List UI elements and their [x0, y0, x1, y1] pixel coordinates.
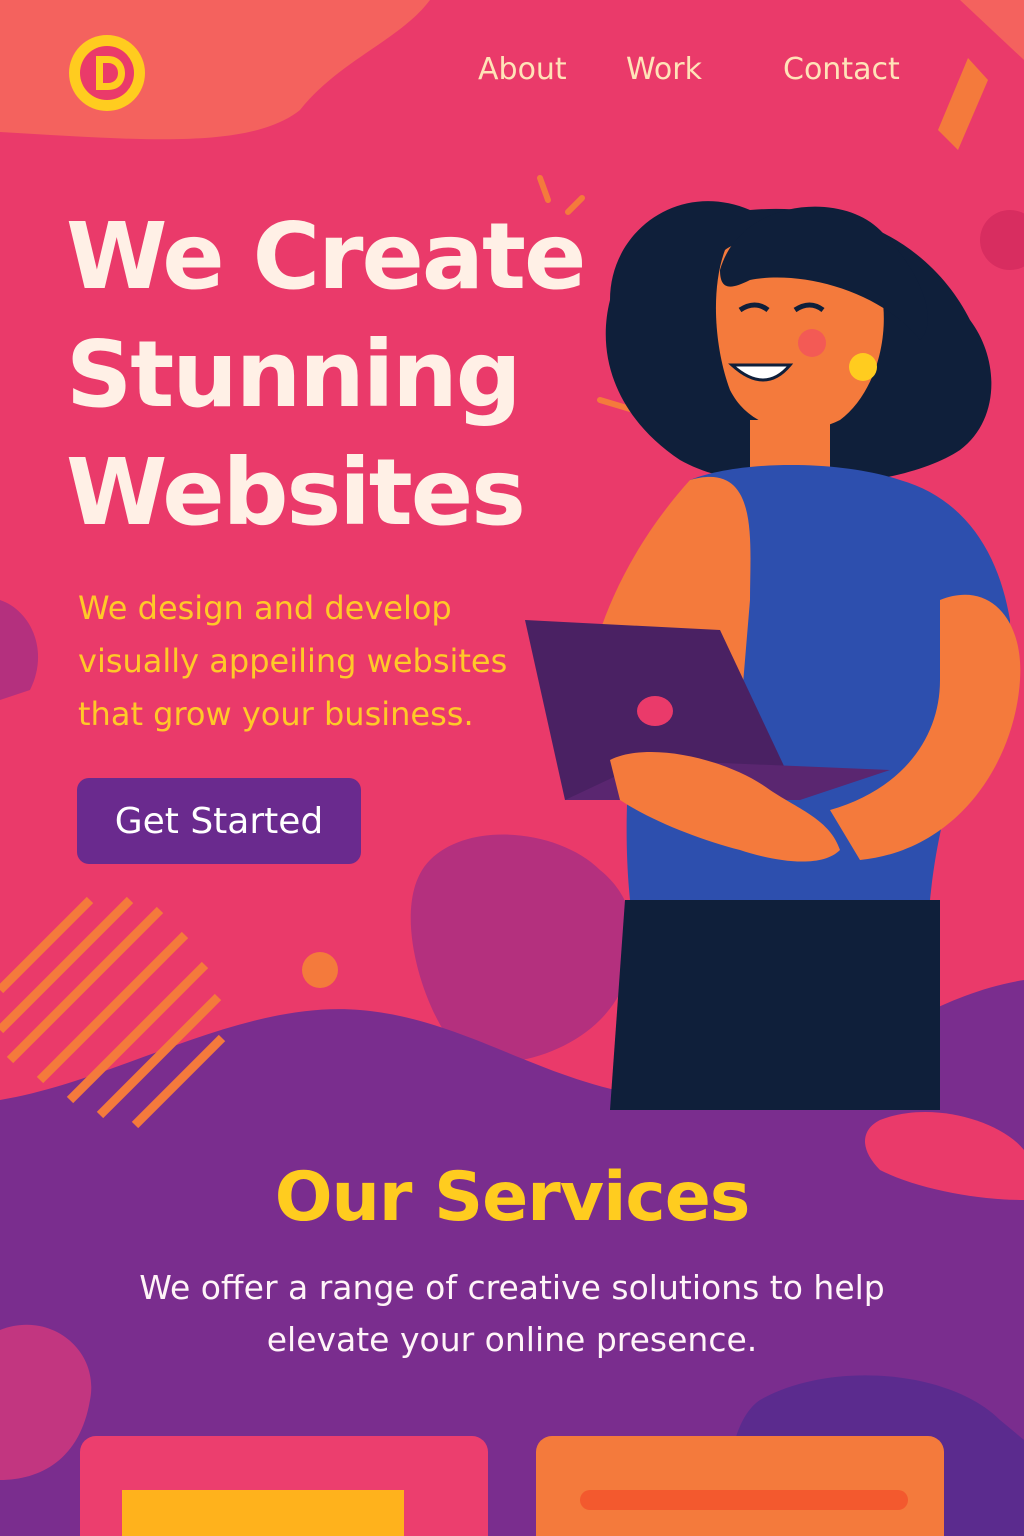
get-started-button[interactable]: Get Started: [77, 778, 361, 864]
services-description-line: We offer a range of creative solutions t…: [139, 1268, 885, 1307]
main-nav: About Work Contact: [0, 52, 1024, 92]
services-description: We offer a range of creative solutions t…: [112, 1262, 912, 1366]
services-title: Our Services: [274, 1158, 751, 1237]
hero-title-line: Websites: [66, 439, 526, 546]
service-card-image: [122, 1490, 404, 1536]
hero-title-line: We Create: [66, 203, 586, 310]
services-description-line: elevate your online presence.: [266, 1320, 758, 1359]
service-card[interactable]: [536, 1436, 944, 1536]
nav-work-link[interactable]: Work: [626, 52, 702, 87]
service-card-image: [580, 1490, 908, 1510]
hero-subtitle-line: We design and develop: [78, 589, 452, 627]
nav-contact-link[interactable]: Contact: [783, 52, 900, 87]
hero-subtitle-line: visually appeiling websites: [78, 642, 508, 680]
hero-title: We Create Stunning Websites: [66, 198, 626, 552]
hero-subtitle-line: that grow your business.: [78, 695, 474, 733]
service-card[interactable]: [80, 1436, 488, 1536]
nav-about-link[interactable]: About: [478, 52, 567, 87]
hero-title-line: Stunning: [66, 321, 522, 428]
hero-subtitle: We design and develop visually appeiling…: [78, 582, 548, 741]
